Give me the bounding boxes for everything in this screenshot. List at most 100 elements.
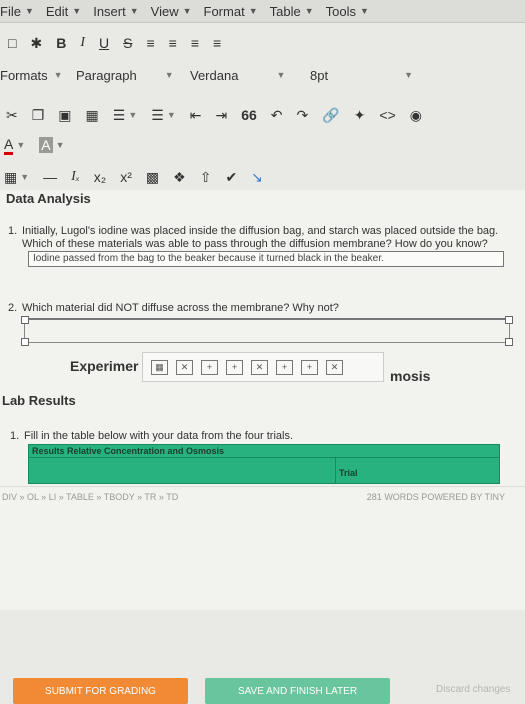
question-1-text: Initially, Lugol's iodine was placed ins… [22,225,499,250]
chart-icon[interactable]: ↘ [251,169,263,186]
text-color-button[interactable]: A ▼ [4,136,25,155]
cut-icon[interactable]: ✂ [6,107,18,124]
align-right-icon[interactable]: ≡ [191,35,199,51]
toolbar-row-colors: A ▼ A ▼ [0,132,525,158]
background-color-button[interactable]: A ▼ [39,137,65,153]
outdent-icon[interactable]: ⇤ [190,107,202,124]
chevron-down-icon: ▼ [182,6,192,16]
table-properties-icon[interactable]: ▦ [151,359,168,375]
chevron-down-icon: ▼ [304,6,314,16]
chevron-down-icon: ▼ [248,6,258,16]
delete-row-icon[interactable]: ✕ [251,359,268,375]
bold-button[interactable]: B [56,35,66,51]
redo-icon[interactable]: ↷ [297,107,309,124]
discard-changes-link[interactable]: Discard changes [436,684,510,695]
fill-instruction-text: Fill in the table below with your data f… [24,430,294,442]
toolbar-row-edit: ✂ ❐ ▣ ▦ ☰ ▼ ☰ ▼ ⇤ ⇥ 66 ↶ ↷ 🔗 ✦ <> ◉ [0,102,525,128]
menu-tools[interactable]: Tools ▼ [326,4,369,19]
submit-for-grading-button[interactable]: SUBMIT FOR GRADING [13,678,188,704]
delete-table-icon[interactable]: ✕ [176,359,193,375]
chevron-down-icon: ▼ [24,6,34,16]
font-size-dropdown[interactable]: 8pt ▼ [310,68,413,83]
resize-handle[interactable] [505,338,513,346]
status-bar: DIV » OL » LI » TABLE » TBODY » TR » TD … [0,486,525,507]
clear-format-icon[interactable]: Iₓ [71,169,80,185]
superscript-button[interactable]: x² [120,169,132,185]
subscript-button[interactable]: x₂ [94,169,106,185]
resize-handle[interactable] [21,338,29,346]
horizontal-rule-button[interactable]: — [43,169,57,185]
lab-results-title: Lab Results [2,393,76,408]
insert-row-after-icon[interactable]: + [226,359,243,375]
numbered-list-icon[interactable]: ☰ ▼ [151,107,175,124]
paragraph-dropdown[interactable]: Paragraph ▼ [76,68,174,83]
link-icon[interactable]: 🔗 [322,107,339,124]
blockquote-icon[interactable]: 66 [241,107,257,123]
menu-format[interactable]: Format ▼ [204,4,258,19]
italic-button[interactable]: I [80,35,85,51]
results-table-trial-header: Trial [339,468,358,478]
resize-handle[interactable] [21,316,29,324]
undo-icon[interactable]: ↶ [271,107,283,124]
underline-button[interactable]: U [99,35,109,51]
table-col-divider [335,457,336,483]
table-context-toolbar: ▦ ✕ + + ✕ + + ✕ [142,352,384,382]
word-count: 281 WORDS POWERED BY TINY [366,492,505,502]
menu-view[interactable]: View ▼ [151,4,192,19]
formats-dropdown[interactable]: Formats ▼ [0,68,63,83]
table-icon[interactable]: ▦ ▼ [4,169,29,186]
gear-icon[interactable]: ✱ [30,35,42,52]
menu-edit[interactable]: Edit ▼ [46,4,81,19]
align-justify-icon[interactable]: ≡ [213,35,221,51]
chevron-down-icon: ▼ [55,140,65,150]
toolbar-row-dropdowns: Formats ▼ Paragraph ▼ Verdana ▼ 8pt ▼ [0,62,525,88]
menu-file[interactable]: File ▼ [0,4,34,19]
fill-instruction-number: 1. [10,430,20,442]
chevron-down-icon: ▼ [359,6,369,16]
question-1-answer-field[interactable]: Iodine passed from the bag to the beaker… [28,251,504,267]
unlink-icon[interactable]: ✦ [354,107,366,124]
element-path[interactable]: DIV » OL » LI » TABLE » TBODY » TR » TD [2,492,178,502]
print-icon[interactable]: ▩ [146,169,159,186]
font-family-dropdown[interactable]: Verdana ▼ [190,68,285,83]
insert-row-before-icon[interactable]: + [201,359,218,375]
delete-col-icon[interactable]: ✕ [326,359,343,375]
strikethrough-button[interactable]: S [123,35,132,51]
align-center-icon[interactable]: ≡ [169,35,177,51]
fullscreen-icon[interactable]: ❖ [173,169,186,186]
align-left-icon[interactable]: ≡ [146,35,154,51]
heading-experiment-right: mosis [390,368,431,384]
resize-handle[interactable] [505,316,513,324]
question-2-answer-field[interactable] [21,316,513,346]
chevron-down-icon: ▼ [20,172,30,182]
results-table[interactable]: Results Relative Concentration and Osmos… [28,444,500,484]
paste-icon[interactable]: ▣ [58,107,71,124]
question-2-number: 2. [8,302,18,314]
insert-col-before-icon[interactable]: + [276,359,293,375]
chevron-down-icon: ▼ [72,6,82,16]
indent-icon[interactable]: ⇥ [215,107,227,124]
results-table-title: Results Relative Concentration and Osmos… [32,446,225,456]
chevron-down-icon: ▼ [128,110,138,120]
chevron-down-icon: ▼ [164,70,174,80]
source-code-icon[interactable]: □ [8,35,16,51]
question-1-number: 1. [8,225,18,237]
toolbar-row-format: □ ✱ B I U S ≡ ≡ ≡ ≡ [0,30,525,56]
menu-insert[interactable]: Insert ▼ [93,4,138,19]
question-2-text: Which material did NOT diffuse across th… [22,302,339,314]
preview-eye-icon[interactable]: ◉ [410,107,422,124]
copy-icon[interactable]: ❐ [32,107,45,124]
insert-col-after-icon[interactable]: + [301,359,318,375]
bullet-list-icon[interactable]: ☰ ▼ [113,107,137,124]
table-row-divider [29,457,499,458]
chevron-down-icon: ▼ [404,70,413,80]
chevron-down-icon: ▼ [166,110,176,120]
menu-table[interactable]: Table ▼ [270,4,314,19]
heading-experiment-left: Experimer [70,358,139,374]
save-and-finish-later-button[interactable]: SAVE AND FINISH LATER [205,678,390,704]
find-replace-icon[interactable]: ▦ [86,107,99,124]
code-icon[interactable]: <> [379,107,395,123]
check-icon[interactable]: ✔ [225,169,237,186]
section-title-data-analysis: Data Analysis [6,191,91,206]
share-icon[interactable]: ⇧ [200,169,212,186]
